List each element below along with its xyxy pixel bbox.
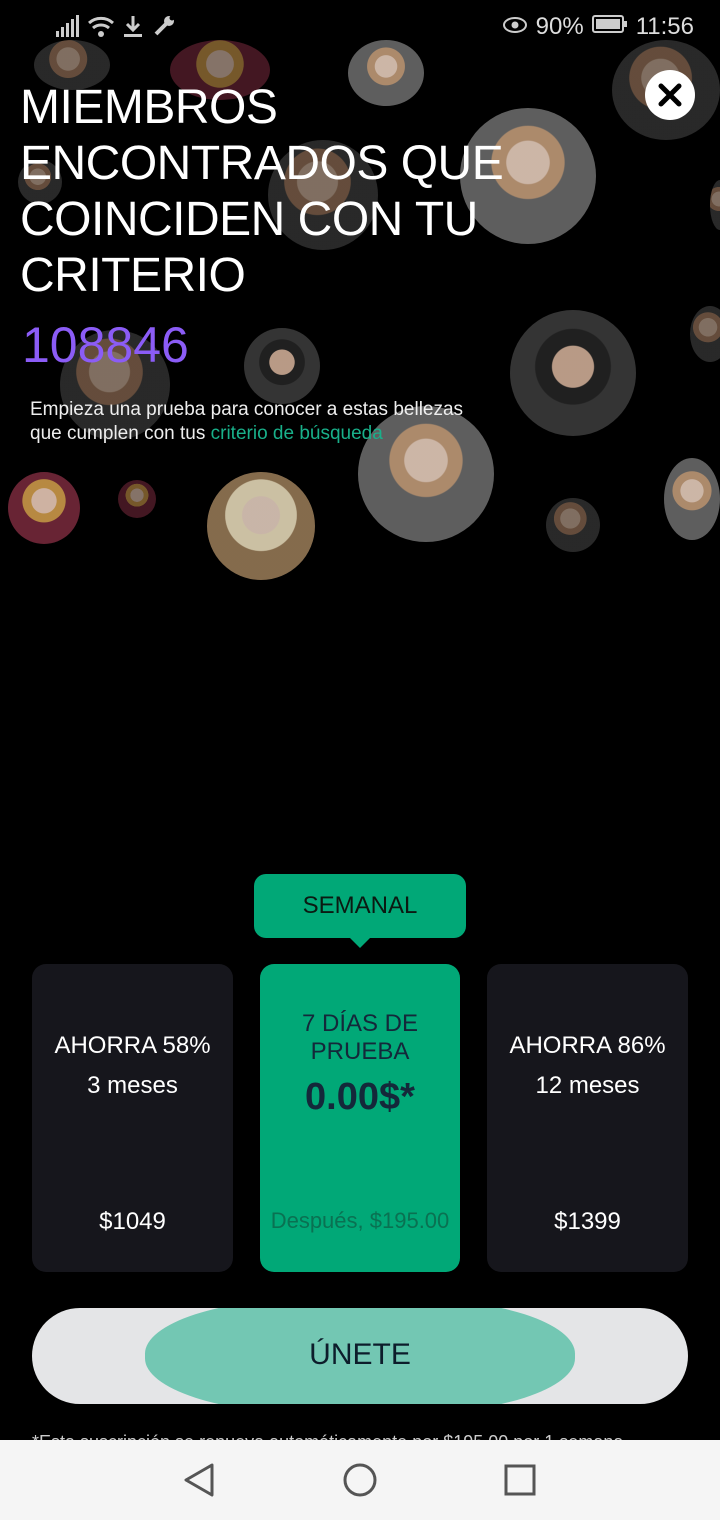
avatar: [510, 310, 636, 436]
avatar: [207, 472, 315, 580]
download-icon: [122, 14, 144, 43]
home-icon: [343, 1463, 377, 1497]
recents-icon: [504, 1464, 536, 1496]
wifi-icon: [88, 15, 114, 42]
status-bar: 90% 11:56: [0, 0, 720, 54]
plan-trial-label: 7 DÍAS DE PRUEBA: [301, 1010, 419, 1065]
home-button[interactable]: [340, 1460, 380, 1500]
join-button[interactable]: ÚNETE: [32, 1308, 688, 1404]
recents-button[interactable]: [500, 1460, 540, 1500]
plan-price: $1399: [554, 1208, 621, 1235]
plan-after-price: Después, $195.00: [270, 1208, 450, 1233]
subtitle: Empieza una prueba para conocer a estas …: [30, 398, 500, 446]
avatar: [546, 498, 600, 552]
close-icon: [658, 83, 682, 107]
battery-percent: 90%: [535, 13, 584, 40]
avatar: [118, 480, 156, 518]
subscription-footnote: *Esta suscripción se renueva automáticam…: [32, 1432, 692, 1440]
signal-icon: [56, 15, 80, 42]
plan-duration: 12 meses: [535, 1072, 640, 1099]
plan-3-months[interactable]: AHORRA 58% 3 meses $1049: [32, 964, 233, 1272]
join-button-label: ÚNETE: [309, 1338, 411, 1371]
battery-icon: [591, 12, 628, 42]
plan-price: $1049: [99, 1208, 166, 1235]
avatar: [244, 328, 320, 404]
eye-icon: [502, 12, 528, 42]
avatar: [690, 306, 720, 362]
close-button[interactable]: [645, 70, 695, 120]
navigation-bar: [0, 1440, 720, 1520]
back-button[interactable]: [180, 1460, 220, 1500]
plan-price: 0.00$*: [305, 1076, 415, 1118]
avatar: [8, 472, 80, 544]
plan-savings: AHORRA 58%: [54, 1032, 211, 1059]
avatar: [664, 458, 720, 540]
plan-savings: AHORRA 86%: [509, 1032, 666, 1059]
wrench-icon: [152, 14, 176, 43]
clock: 11:56: [635, 13, 694, 40]
search-criteria-link[interactable]: criterio de búsqueda: [211, 423, 383, 444]
page-title: MIEMBROS ENCONTRADOS QUE COINCIDEN CON T…: [20, 81, 504, 302]
plan-duration: 3 meses: [87, 1072, 178, 1099]
plan-12-months[interactable]: AHORRA 86% 12 meses $1399: [487, 964, 688, 1272]
back-icon: [184, 1463, 214, 1497]
plan-badge: SEMANAL: [254, 874, 466, 948]
member-count: 108846: [22, 317, 189, 373]
plan-weekly-trial[interactable]: 7 DÍAS DE PRUEBA 0.00$* Después, $195.00: [260, 964, 460, 1272]
avatar: [710, 180, 720, 230]
